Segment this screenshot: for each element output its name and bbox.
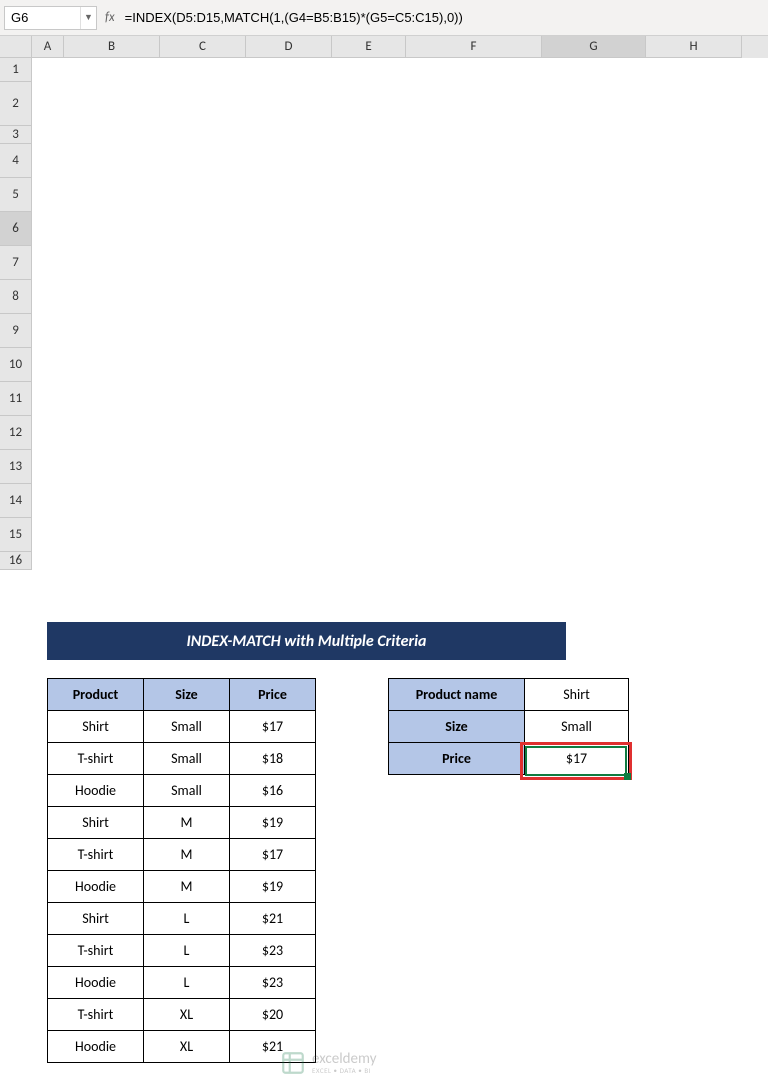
cell[interactable]: $17 <box>230 711 316 743</box>
cell[interactable]: L <box>144 935 230 967</box>
table-row: T-shirtM$17 <box>48 839 316 871</box>
row-header-1[interactable]: 1 <box>0 58 32 82</box>
table-row: HoodieM$19 <box>48 871 316 903</box>
cell[interactable]: $21 <box>230 903 316 935</box>
col-header-F[interactable]: F <box>406 36 542 58</box>
row-header-11[interactable]: 11 <box>0 382 32 416</box>
cell[interactable]: Small <box>144 775 230 807</box>
cell[interactable]: $19 <box>230 807 316 839</box>
col-header-D[interactable]: D <box>246 36 332 58</box>
col-header-E[interactable]: E <box>332 36 406 58</box>
row-header-14[interactable]: 14 <box>0 484 32 518</box>
cell[interactable]: L <box>144 967 230 999</box>
column-headers: ABCDEFGH <box>0 36 768 58</box>
cell[interactable]: T-shirt <box>48 935 144 967</box>
cell[interactable]: $23 <box>230 967 316 999</box>
table-row: T-shirtSmall$18 <box>48 743 316 775</box>
cell[interactable]: M <box>144 807 230 839</box>
formula-area: fx <box>105 8 768 27</box>
row-header-4[interactable]: 4 <box>0 144 32 178</box>
cell[interactable]: Hoodie <box>48 1031 144 1063</box>
table-row: T-shirtXL$20 <box>48 999 316 1031</box>
lookup-product-value[interactable]: Shirt <box>525 679 629 711</box>
table-row: T-shirtL$23 <box>48 935 316 967</box>
row-header-5[interactable]: 5 <box>0 178 32 212</box>
lookup-table: Product name Shirt Size Small Price $17 <box>388 678 629 775</box>
row-header-16[interactable]: 16 <box>0 552 32 570</box>
row-header-2[interactable]: 2 <box>0 82 32 126</box>
grid: ABCDEFGH 12345678910111213141516 INDEX-M… <box>0 36 768 570</box>
col-header-A[interactable]: A <box>32 36 64 58</box>
lookup-product-label: Product name <box>389 679 525 711</box>
lookup-price-value[interactable]: $17 <box>525 743 629 775</box>
cell[interactable]: Hoodie <box>48 775 144 807</box>
row-header-6[interactable]: 6 <box>0 212 32 246</box>
watermark-icon <box>280 1050 306 1076</box>
data-table: Product Size Price ShirtSmall$17T-shirtS… <box>47 678 316 1063</box>
table-header-row: Product Size Price <box>48 679 316 711</box>
lookup-row-size: Size Small <box>389 711 629 743</box>
cell[interactable]: T-shirt <box>48 839 144 871</box>
lookup-row-price: Price $17 <box>389 743 629 775</box>
header-price: Price <box>230 679 316 711</box>
name-box[interactable] <box>5 10 80 25</box>
name-box-dropdown[interactable]: ▼ <box>80 7 96 29</box>
watermark-tag: EXCEL • DATA • BI <box>312 1067 376 1074</box>
lookup-row-product: Product name Shirt <box>389 679 629 711</box>
row-header-13[interactable]: 13 <box>0 450 32 484</box>
cell[interactable]: M <box>144 871 230 903</box>
col-header-C[interactable]: C <box>160 36 246 58</box>
row-header-3[interactable]: 3 <box>0 126 32 144</box>
table-row: HoodieL$23 <box>48 967 316 999</box>
row-header-9[interactable]: 9 <box>0 314 32 348</box>
table-row: ShirtSmall$17 <box>48 711 316 743</box>
row-header-12[interactable]: 12 <box>0 416 32 450</box>
lookup-size-label: Size <box>389 711 525 743</box>
table-row: ShirtM$19 <box>48 807 316 839</box>
cell[interactable]: Hoodie <box>48 967 144 999</box>
col-header-H[interactable]: H <box>646 36 742 58</box>
cell[interactable]: Small <box>144 711 230 743</box>
cell[interactable]: T-shirt <box>48 999 144 1031</box>
fill-handle[interactable] <box>624 773 631 780</box>
cell[interactable]: $20 <box>230 999 316 1031</box>
lookup-price-label: Price <box>389 743 525 775</box>
col-header-G[interactable]: G <box>542 36 646 58</box>
cell[interactable]: XL <box>144 1031 230 1063</box>
cell[interactable]: L <box>144 903 230 935</box>
select-all-corner[interactable] <box>0 36 32 58</box>
cell[interactable]: $18 <box>230 743 316 775</box>
cell[interactable]: Shirt <box>48 807 144 839</box>
cell[interactable]: XL <box>144 999 230 1031</box>
header-product: Product <box>48 679 144 711</box>
cell[interactable]: $16 <box>230 775 316 807</box>
cell[interactable]: $17 <box>230 839 316 871</box>
title-banner: INDEX-MATCH with Multiple Criteria <box>47 622 566 660</box>
watermark-brand: exceldemy <box>312 1052 376 1067</box>
table-row: ShirtL$21 <box>48 903 316 935</box>
lookup-size-value[interactable]: Small <box>525 711 629 743</box>
cell[interactable]: $19 <box>230 871 316 903</box>
name-box-wrap: ▼ <box>4 6 97 30</box>
row-header-15[interactable]: 15 <box>0 518 32 552</box>
cell[interactable]: T-shirt <box>48 743 144 775</box>
cell[interactable]: Small <box>144 743 230 775</box>
table-row: HoodieSmall$16 <box>48 775 316 807</box>
cell[interactable]: $23 <box>230 935 316 967</box>
cell[interactable]: Shirt <box>48 903 144 935</box>
watermark: exceldemy EXCEL • DATA • BI <box>280 1050 376 1076</box>
formula-bar[interactable] <box>121 8 758 27</box>
header-size: Size <box>144 679 230 711</box>
cell[interactable]: Shirt <box>48 711 144 743</box>
row-header-7[interactable]: 7 <box>0 246 32 280</box>
row-header-8[interactable]: 8 <box>0 280 32 314</box>
fx-icon[interactable]: fx <box>105 10 115 25</box>
row-header-10[interactable]: 10 <box>0 348 32 382</box>
cell[interactable]: Hoodie <box>48 871 144 903</box>
toolbar: ▼ fx <box>0 0 768 36</box>
cell[interactable]: M <box>144 839 230 871</box>
table-row: HoodieXL$21 <box>48 1031 316 1063</box>
col-header-B[interactable]: B <box>64 36 160 58</box>
